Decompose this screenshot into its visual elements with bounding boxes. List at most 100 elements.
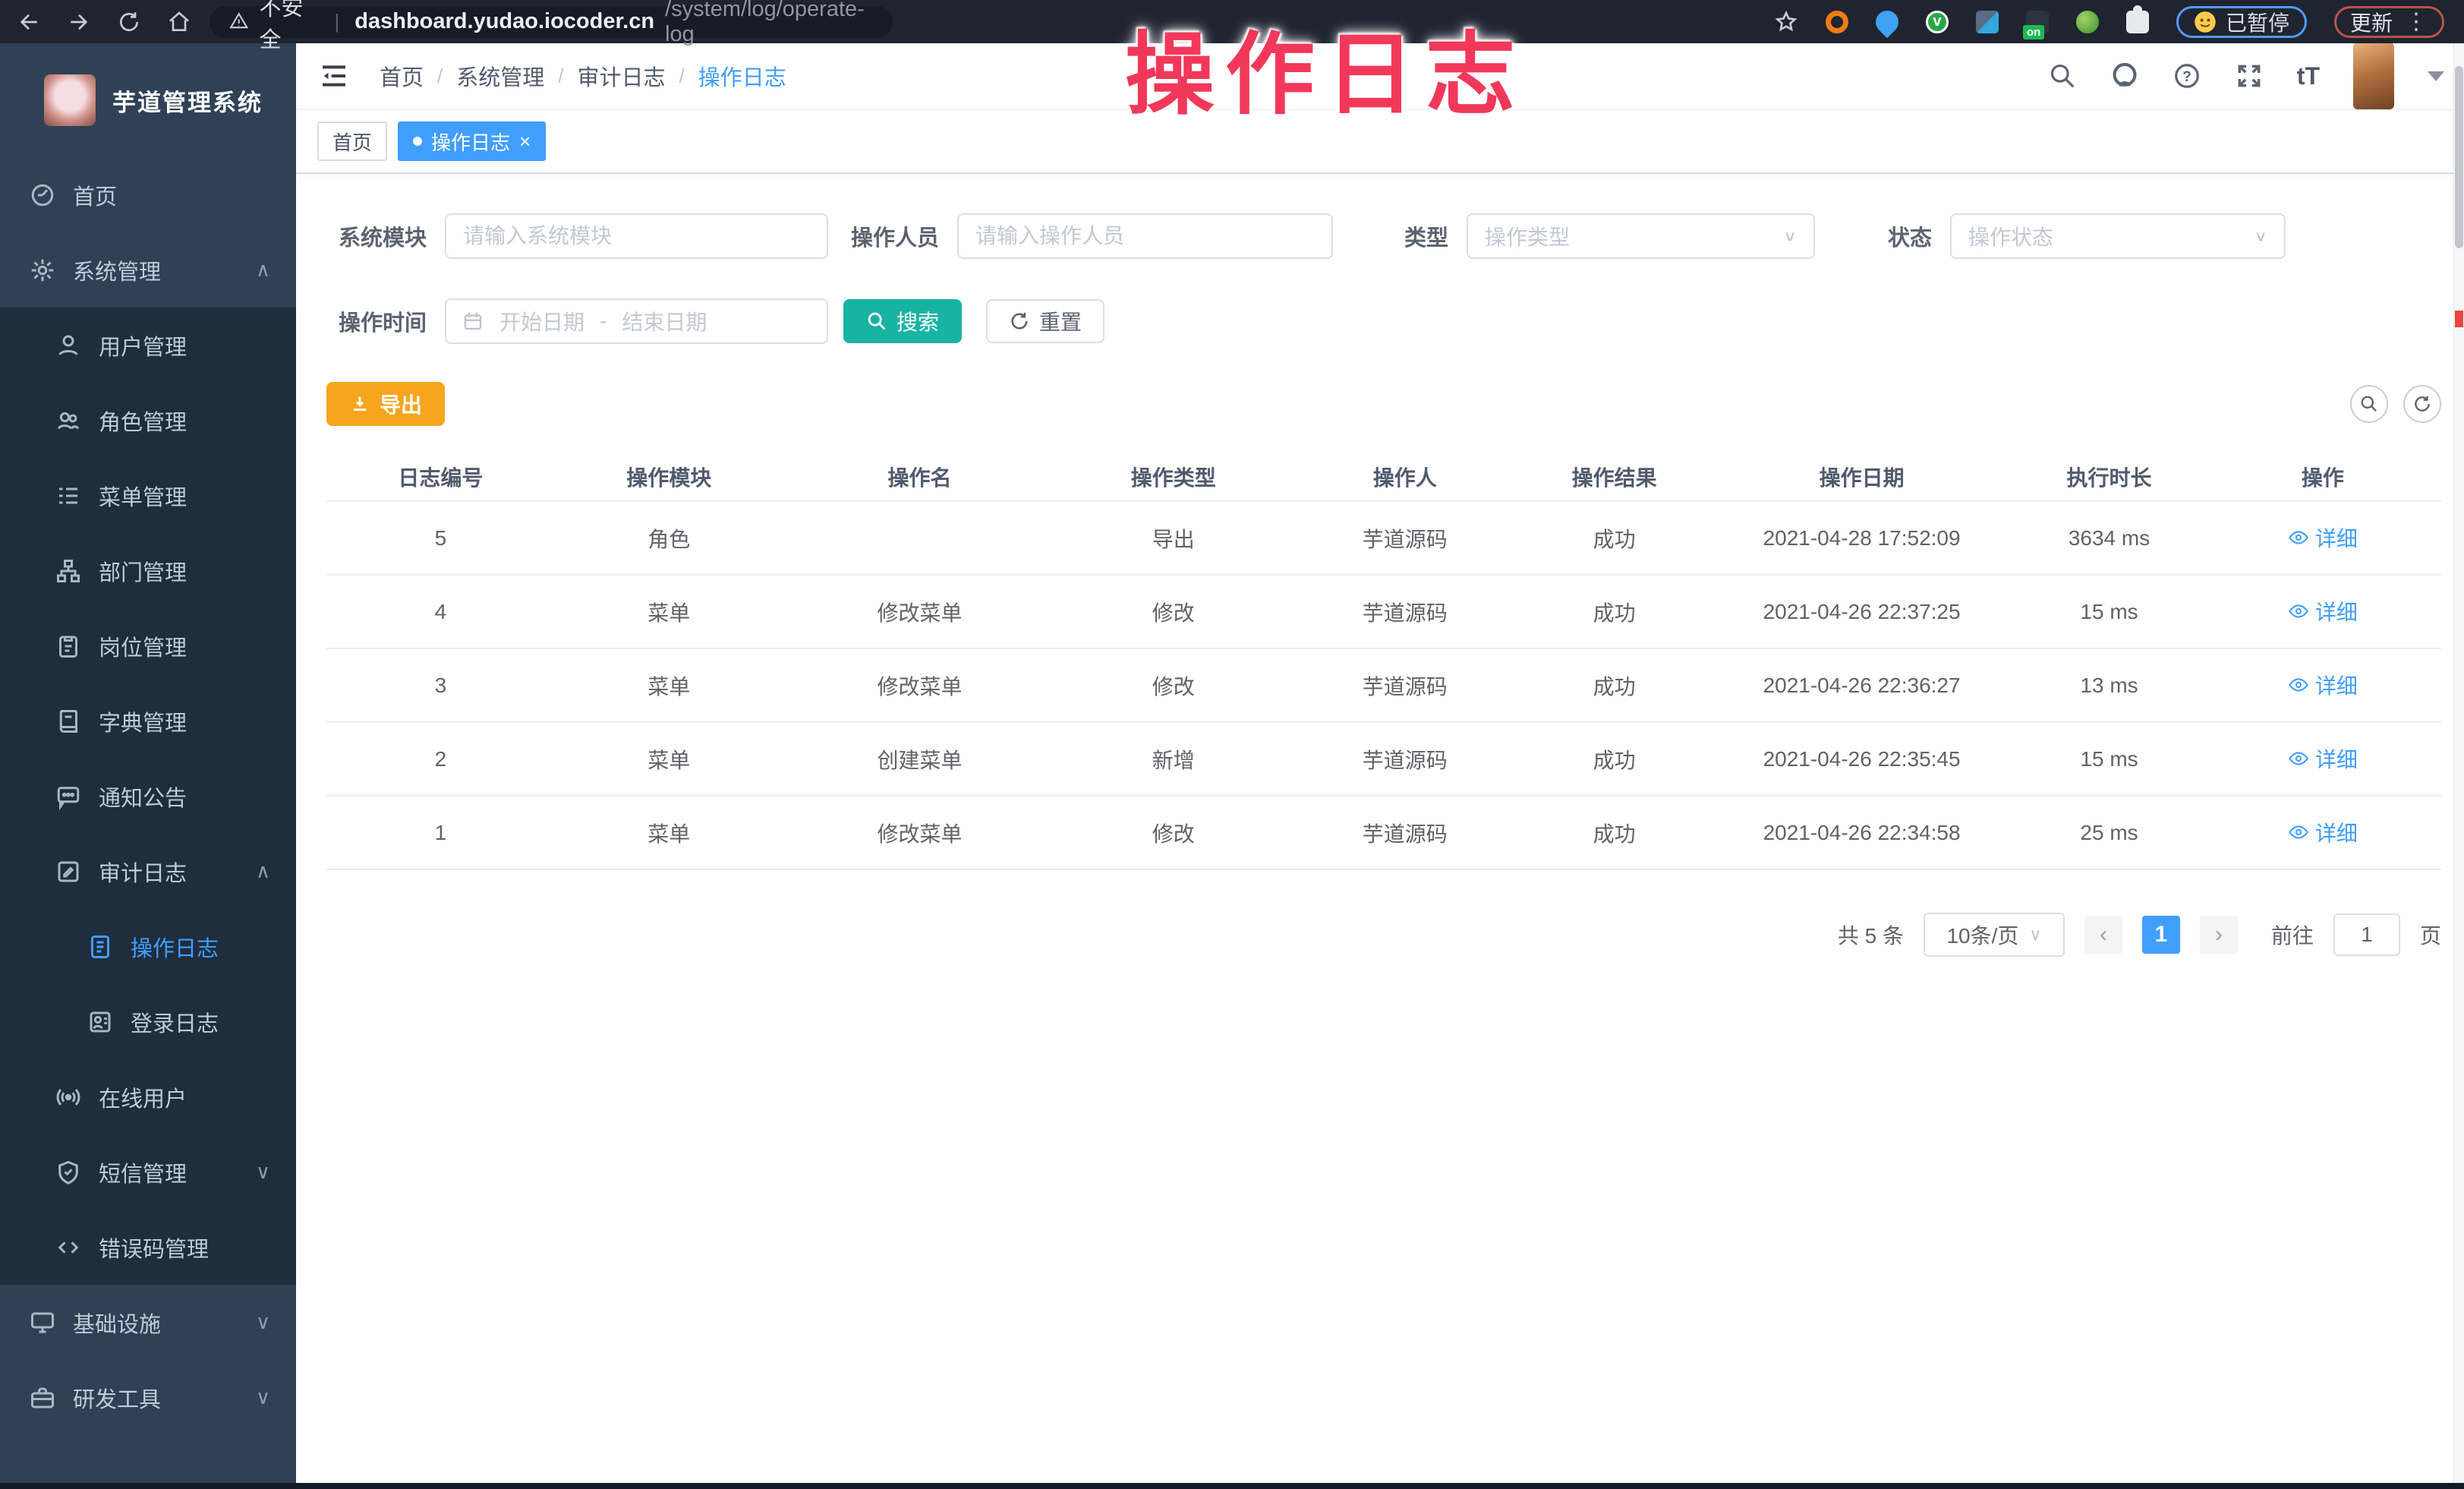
- cell-action: 详细: [2204, 817, 2441, 848]
- app-logo: [44, 74, 96, 126]
- current-page-button[interactable]: 1: [2142, 916, 2180, 954]
- page-scrollbar[interactable]: [2453, 43, 2464, 1483]
- prev-page-button[interactable]: ‹: [2084, 916, 2122, 954]
- sidebar-item[interactable]: 研发工具 ∨: [0, 1360, 296, 1435]
- breadcrumb-item[interactable]: 系统管理: [456, 60, 563, 92]
- sidebar-item[interactable]: 错误码管理: [0, 1210, 296, 1285]
- cell-module: 菜单: [555, 818, 783, 848]
- filter-row-2: 操作时间 开始日期 - 结束日期 搜索 重置: [326, 298, 2441, 344]
- paused-chip[interactable]: 已暂停: [2176, 6, 2307, 38]
- sidebar-item[interactable]: 用户管理: [0, 308, 296, 383]
- column-header: 操作日期: [1709, 462, 2014, 492]
- avatar-caret-icon[interactable]: [2428, 71, 2444, 81]
- detail-link[interactable]: 详细: [2288, 596, 2358, 626]
- type-select[interactable]: 操作类型 ∨: [1467, 213, 1815, 259]
- cell-date: 2021-04-26 22:36:27: [1709, 674, 2014, 698]
- goto-page-input[interactable]: [2333, 913, 2400, 956]
- search-icon[interactable]: [2048, 62, 2077, 90]
- cell-type: 修改: [1056, 597, 1290, 627]
- cell-duration: 15 ms: [2014, 600, 2204, 624]
- search-button[interactable]: 搜索: [843, 299, 962, 343]
- user-avatar[interactable]: [2353, 43, 2394, 109]
- column-header: 操作类型: [1056, 462, 1290, 492]
- cell-operator: 芋道源码: [1290, 670, 1519, 701]
- column-header: 操作: [2204, 462, 2441, 492]
- sidebar-item[interactable]: 系统管理 ∧: [0, 232, 296, 308]
- table-body: 5 角色 导出 芋道源码 成功 2021-04-28 17:52:09 3634…: [326, 502, 2441, 870]
- detail-link[interactable]: 详细: [2288, 817, 2358, 847]
- font-size-icon[interactable]: tT: [2297, 62, 2320, 90]
- reload-icon[interactable]: [117, 10, 141, 34]
- sidebar-item[interactable]: 角色管理: [0, 383, 296, 458]
- refresh-table-button[interactable]: [2403, 385, 2441, 423]
- sidebar-item[interactable]: 短信管理 ∨: [0, 1134, 296, 1210]
- help-icon[interactable]: ?: [2173, 62, 2201, 90]
- online-icon: [55, 1084, 82, 1111]
- browser-menu-icon[interactable]: ⋮: [2405, 8, 2428, 35]
- extension-cube-icon[interactable]: [1976, 11, 1999, 33]
- detail-link[interactable]: 详细: [2288, 670, 2358, 700]
- tab[interactable]: 操作日志 ×: [398, 121, 546, 161]
- security-label[interactable]: 不安全: [259, 0, 319, 54]
- breadcrumb-item[interactable]: 操作日志: [698, 60, 800, 92]
- address-bar[interactable]: 不安全 | dashboard.yudao.iocoder.cn /system…: [210, 6, 893, 38]
- sidebar-item-label: 在线用户: [99, 1081, 187, 1113]
- close-icon[interactable]: ×: [519, 130, 531, 153]
- filter-row-1: 系统模块 操作人员 类型 操作类型 ∨ 状态 操作状态 ∨: [326, 213, 2441, 259]
- module-label: 系统模块: [326, 220, 445, 252]
- reset-button[interactable]: 重置: [986, 299, 1104, 343]
- sidebar-item[interactable]: 操作日志: [0, 909, 296, 984]
- cell-log-id: 1: [326, 821, 555, 845]
- breadcrumb-item[interactable]: 首页: [380, 60, 443, 92]
- github-icon[interactable]: [2110, 62, 2139, 90]
- sidebar-item[interactable]: 通知公告: [0, 759, 296, 834]
- export-button[interactable]: 导出: [326, 382, 445, 426]
- status-select-placeholder: 操作状态: [1968, 221, 2053, 251]
- download-icon: [349, 393, 370, 415]
- page-size-value: 10条/页: [1946, 920, 2018, 950]
- extension-adblock-icon[interactable]: [1826, 11, 1848, 33]
- sidebar-item[interactable]: 字典管理: [0, 683, 296, 759]
- page-size-select[interactable]: 10条/页 ∨: [1924, 913, 2065, 957]
- column-header: 操作人: [1290, 462, 1519, 492]
- extension-v-icon[interactable]: v: [1926, 11, 1949, 33]
- fullscreen-icon[interactable]: [2235, 62, 2264, 90]
- sidebar-item[interactable]: 在线用户: [0, 1059, 296, 1134]
- sidebar-item[interactable]: 岗位管理: [0, 608, 296, 683]
- app-title: 芋道管理系统: [112, 84, 263, 118]
- toggle-search-button[interactable]: [2350, 385, 2388, 423]
- extension-leaf-icon[interactable]: [2076, 11, 2099, 33]
- bookmark-star-icon[interactable]: [1774, 10, 1798, 34]
- tab[interactable]: 首页: [317, 121, 387, 161]
- extensions-puzzle-icon[interactable]: [2126, 11, 2149, 33]
- sidebar-item[interactable]: 登录日志: [0, 984, 296, 1059]
- next-page-button[interactable]: ›: [2200, 916, 2238, 954]
- cell-operator: 芋道源码: [1290, 818, 1519, 848]
- forward-icon[interactable]: [67, 10, 91, 34]
- cell-action: 详细: [2204, 670, 2441, 701]
- sidebar-item[interactable]: 基础设施 ∨: [0, 1285, 296, 1360]
- home-icon[interactable]: [167, 10, 191, 34]
- back-icon[interactable]: [17, 10, 41, 34]
- sidebar-item[interactable]: 部门管理: [0, 533, 296, 608]
- sidebar-item[interactable]: 首页: [0, 157, 296, 232]
- module-input[interactable]: [445, 213, 828, 259]
- sidebar-item[interactable]: 审计日志 ∧: [0, 834, 296, 909]
- breadcrumb-item[interactable]: 审计日志: [578, 60, 685, 92]
- operlog-icon: [87, 933, 114, 961]
- update-button[interactable]: 更新 ⋮: [2334, 6, 2444, 38]
- hamburger-icon[interactable]: [319, 61, 349, 91]
- scrollbar-thumb[interactable]: [2455, 66, 2463, 248]
- operator-input[interactable]: [957, 213, 1333, 259]
- extension-switch-icon[interactable]: [2026, 11, 2049, 33]
- detail-link[interactable]: 详细: [2288, 743, 2358, 774]
- date-range-picker[interactable]: 开始日期 - 结束日期: [445, 298, 828, 344]
- status-select[interactable]: 操作状态 ∨: [1950, 213, 2286, 259]
- cell-action: 详细: [2204, 743, 2441, 774]
- logo-row[interactable]: 芋道管理系统: [0, 43, 296, 157]
- table-row: 2 菜单 创建菜单 新增 芋道源码 成功 2021-04-26 22:35:45…: [326, 723, 2441, 797]
- sidebar-item[interactable]: 菜单管理: [0, 458, 296, 533]
- detail-link[interactable]: 详细: [2288, 522, 2358, 553]
- extension-pin-icon[interactable]: [1871, 5, 1903, 37]
- end-date-placeholder: 结束日期: [622, 306, 707, 336]
